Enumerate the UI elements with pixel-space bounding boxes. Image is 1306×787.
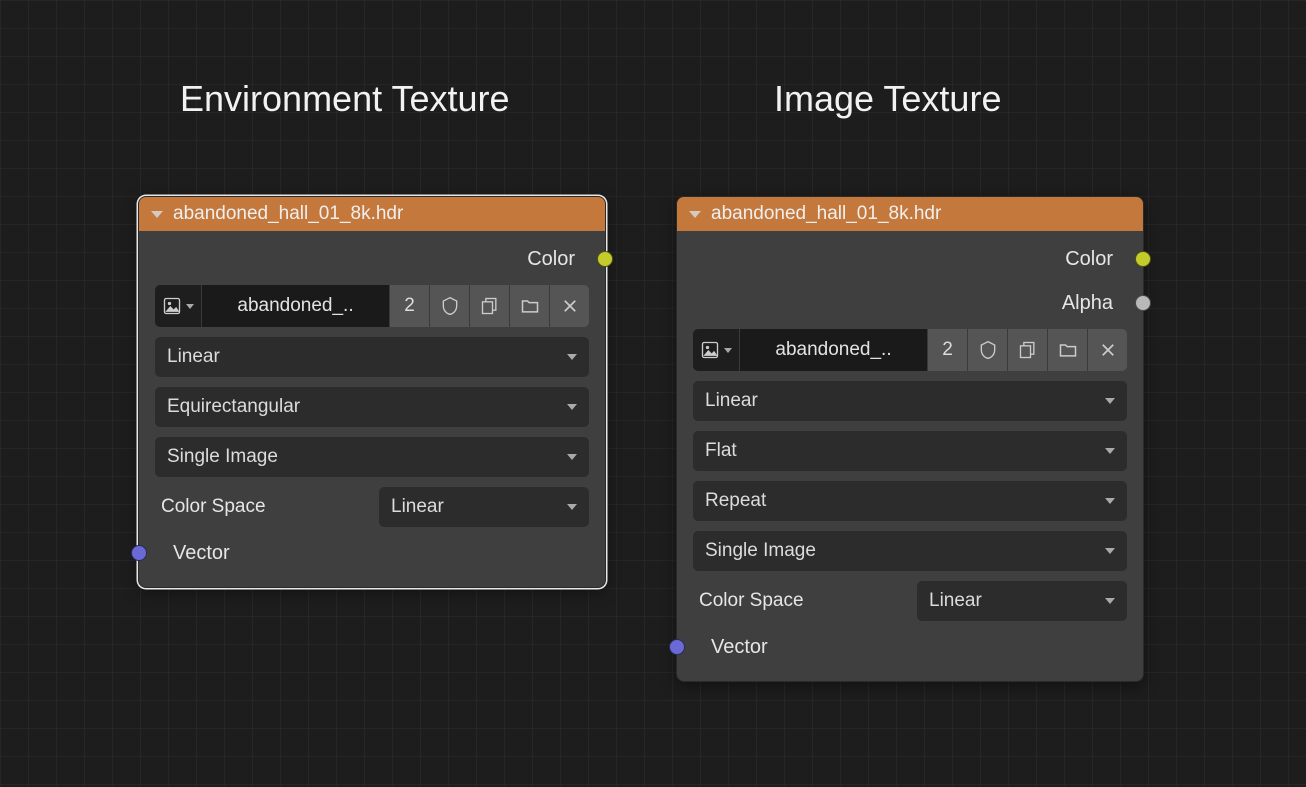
chevron-down-icon (186, 304, 194, 309)
color-socket-icon[interactable] (1135, 251, 1151, 267)
source-value: Single Image (705, 540, 816, 562)
image-name-field[interactable]: abandoned_.. (739, 329, 927, 371)
extension-select[interactable]: Repeat (693, 481, 1127, 521)
color-socket-icon[interactable] (597, 251, 613, 267)
output-color-label: Color (527, 248, 575, 271)
fake-user-button[interactable] (429, 285, 469, 327)
user-count[interactable]: 2 (927, 329, 967, 371)
color-space-label: Color Space (155, 496, 369, 518)
color-space-select[interactable]: Linear (917, 581, 1127, 621)
image-datablock-row: abandoned_.. 2 (155, 285, 589, 327)
color-space-label: Color Space (693, 590, 907, 612)
open-image-button[interactable] (509, 285, 549, 327)
interpolation-value: Linear (167, 346, 220, 368)
input-vector-label: Vector (173, 542, 230, 565)
extension-value: Repeat (705, 490, 766, 512)
interpolation-value: Linear (705, 390, 758, 412)
input-vector[interactable]: Vector (139, 531, 605, 575)
image-datablock-row: abandoned_.. 2 (693, 329, 1127, 371)
node-title: abandoned_hall_01_8k.hdr (711, 203, 941, 225)
source-select[interactable]: Single Image (693, 531, 1127, 571)
color-space-row: Color Space Linear (693, 581, 1127, 621)
new-image-button[interactable] (1007, 329, 1047, 371)
node-header[interactable]: abandoned_hall_01_8k.hdr (139, 197, 605, 231)
interpolation-select[interactable]: Linear (155, 337, 589, 377)
output-color[interactable]: Color (139, 237, 605, 281)
chevron-down-icon (567, 404, 577, 410)
collapse-icon[interactable] (151, 211, 163, 218)
source-value: Single Image (167, 446, 278, 468)
input-vector[interactable]: Vector (677, 625, 1143, 669)
projection-value: Equirectangular (167, 396, 300, 418)
interpolation-select[interactable]: Linear (693, 381, 1127, 421)
output-color-label: Color (1065, 248, 1113, 271)
vector-socket-icon[interactable] (669, 639, 685, 655)
projection-select[interactable]: Equirectangular (155, 387, 589, 427)
chevron-down-icon (1105, 398, 1115, 404)
chevron-down-icon (567, 504, 577, 510)
chevron-down-icon (724, 348, 732, 353)
output-color[interactable]: Color (677, 237, 1143, 281)
vector-socket-icon[interactable] (131, 545, 147, 561)
collapse-icon[interactable] (689, 211, 701, 218)
browse-image-button[interactable] (155, 285, 201, 327)
output-alpha-label: Alpha (1062, 292, 1113, 315)
node-header[interactable]: abandoned_hall_01_8k.hdr (677, 197, 1143, 231)
new-image-button[interactable] (469, 285, 509, 327)
heading-environment-texture: Environment Texture (180, 78, 510, 120)
projection-value: Flat (705, 440, 737, 462)
output-alpha[interactable]: Alpha (677, 281, 1143, 325)
node-title: abandoned_hall_01_8k.hdr (173, 203, 403, 225)
unlink-image-button[interactable] (1087, 329, 1127, 371)
color-space-row: Color Space Linear (155, 487, 589, 527)
node-environment-texture[interactable]: abandoned_hall_01_8k.hdr Color abandoned… (138, 196, 606, 588)
source-select[interactable]: Single Image (155, 437, 589, 477)
chevron-down-icon (1105, 498, 1115, 504)
projection-select[interactable]: Flat (693, 431, 1127, 471)
chevron-down-icon (567, 354, 577, 360)
chevron-down-icon (567, 454, 577, 460)
node-image-texture[interactable]: abandoned_hall_01_8k.hdr Color Alpha aba… (676, 196, 1144, 682)
unlink-image-button[interactable] (549, 285, 589, 327)
alpha-socket-icon[interactable] (1135, 295, 1151, 311)
fake-user-button[interactable] (967, 329, 1007, 371)
input-vector-label: Vector (711, 636, 768, 659)
open-image-button[interactable] (1047, 329, 1087, 371)
user-count[interactable]: 2 (389, 285, 429, 327)
chevron-down-icon (1105, 448, 1115, 454)
color-space-value: Linear (391, 496, 444, 518)
chevron-down-icon (1105, 548, 1115, 554)
chevron-down-icon (1105, 598, 1115, 604)
image-name-field[interactable]: abandoned_.. (201, 285, 389, 327)
color-space-select[interactable]: Linear (379, 487, 589, 527)
heading-image-texture: Image Texture (774, 78, 1001, 120)
browse-image-button[interactable] (693, 329, 739, 371)
color-space-value: Linear (929, 590, 982, 612)
